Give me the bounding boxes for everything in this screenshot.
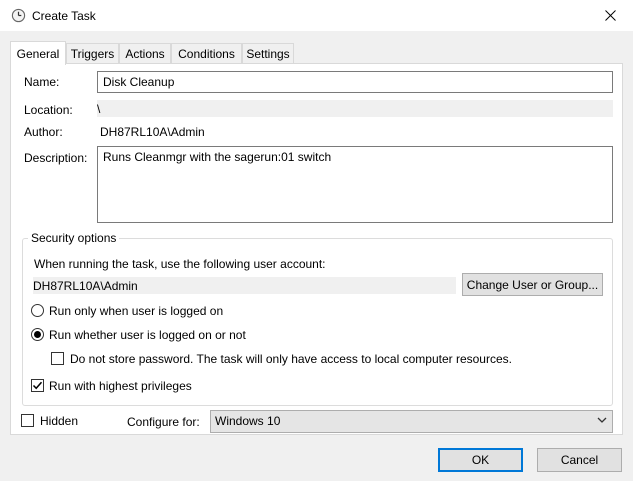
tab-triggers[interactable]: Triggers xyxy=(66,43,119,64)
checkmark-icon xyxy=(32,381,43,390)
radio-run-whether[interactable] xyxy=(31,328,44,341)
tab-label: Triggers xyxy=(70,47,115,61)
no-store-password-checkbox[interactable] xyxy=(51,352,64,365)
cancel-button[interactable]: Cancel xyxy=(537,448,622,472)
location-value: \ xyxy=(97,100,613,117)
tab-conditions[interactable]: Conditions xyxy=(171,43,242,64)
author-label: Author: xyxy=(24,125,63,139)
radio-run-whether-label[interactable]: Run whether user is logged on or not xyxy=(49,328,246,342)
highest-privileges-checkbox[interactable] xyxy=(31,379,44,392)
description-label: Description: xyxy=(24,151,88,165)
no-store-password-label[interactable]: Do not store password. The task will onl… xyxy=(70,352,512,366)
chevron-down-icon xyxy=(597,417,607,423)
tab-label: Conditions xyxy=(178,47,235,61)
change-user-button[interactable]: Change User or Group... xyxy=(462,273,603,296)
close-button[interactable] xyxy=(587,0,633,31)
tab-actions[interactable]: Actions xyxy=(119,43,171,64)
description-textarea[interactable]: Runs Cleanmgr with the sagerun:01 switch xyxy=(97,146,613,223)
highest-privileges-label[interactable]: Run with highest privileges xyxy=(49,379,192,393)
configure-for-label: Configure for: xyxy=(127,415,200,429)
radio-run-logged-on-label[interactable]: Run only when user is logged on xyxy=(49,304,223,318)
clock-icon xyxy=(11,8,26,23)
ok-button[interactable]: OK xyxy=(438,448,523,472)
radio-run-logged-on[interactable] xyxy=(31,304,44,317)
author-value: DH87RL10A\Admin xyxy=(100,125,205,139)
name-label: Name: xyxy=(24,75,60,89)
tab-label: Settings xyxy=(246,47,290,61)
account-value: DH87RL10A\Admin xyxy=(33,277,456,294)
title-bar: Create Task xyxy=(0,0,633,31)
security-options-title: Security options xyxy=(28,231,120,245)
configure-for-value: Windows 10 xyxy=(215,414,281,428)
window-title: Create Task xyxy=(32,9,96,23)
account-prompt: When running the task, use the following… xyxy=(34,257,326,271)
hidden-label[interactable]: Hidden xyxy=(40,414,78,428)
configure-for-select[interactable]: Windows 10 xyxy=(210,410,613,433)
tab-label: General xyxy=(16,46,60,61)
tab-label: Actions xyxy=(125,47,165,61)
location-label: Location: xyxy=(24,103,73,117)
tab-settings[interactable]: Settings xyxy=(242,43,294,64)
name-input[interactable]: Disk Cleanup xyxy=(97,71,613,93)
tab-general[interactable]: General xyxy=(10,41,66,65)
hidden-checkbox[interactable] xyxy=(21,414,34,427)
close-icon xyxy=(604,10,616,21)
